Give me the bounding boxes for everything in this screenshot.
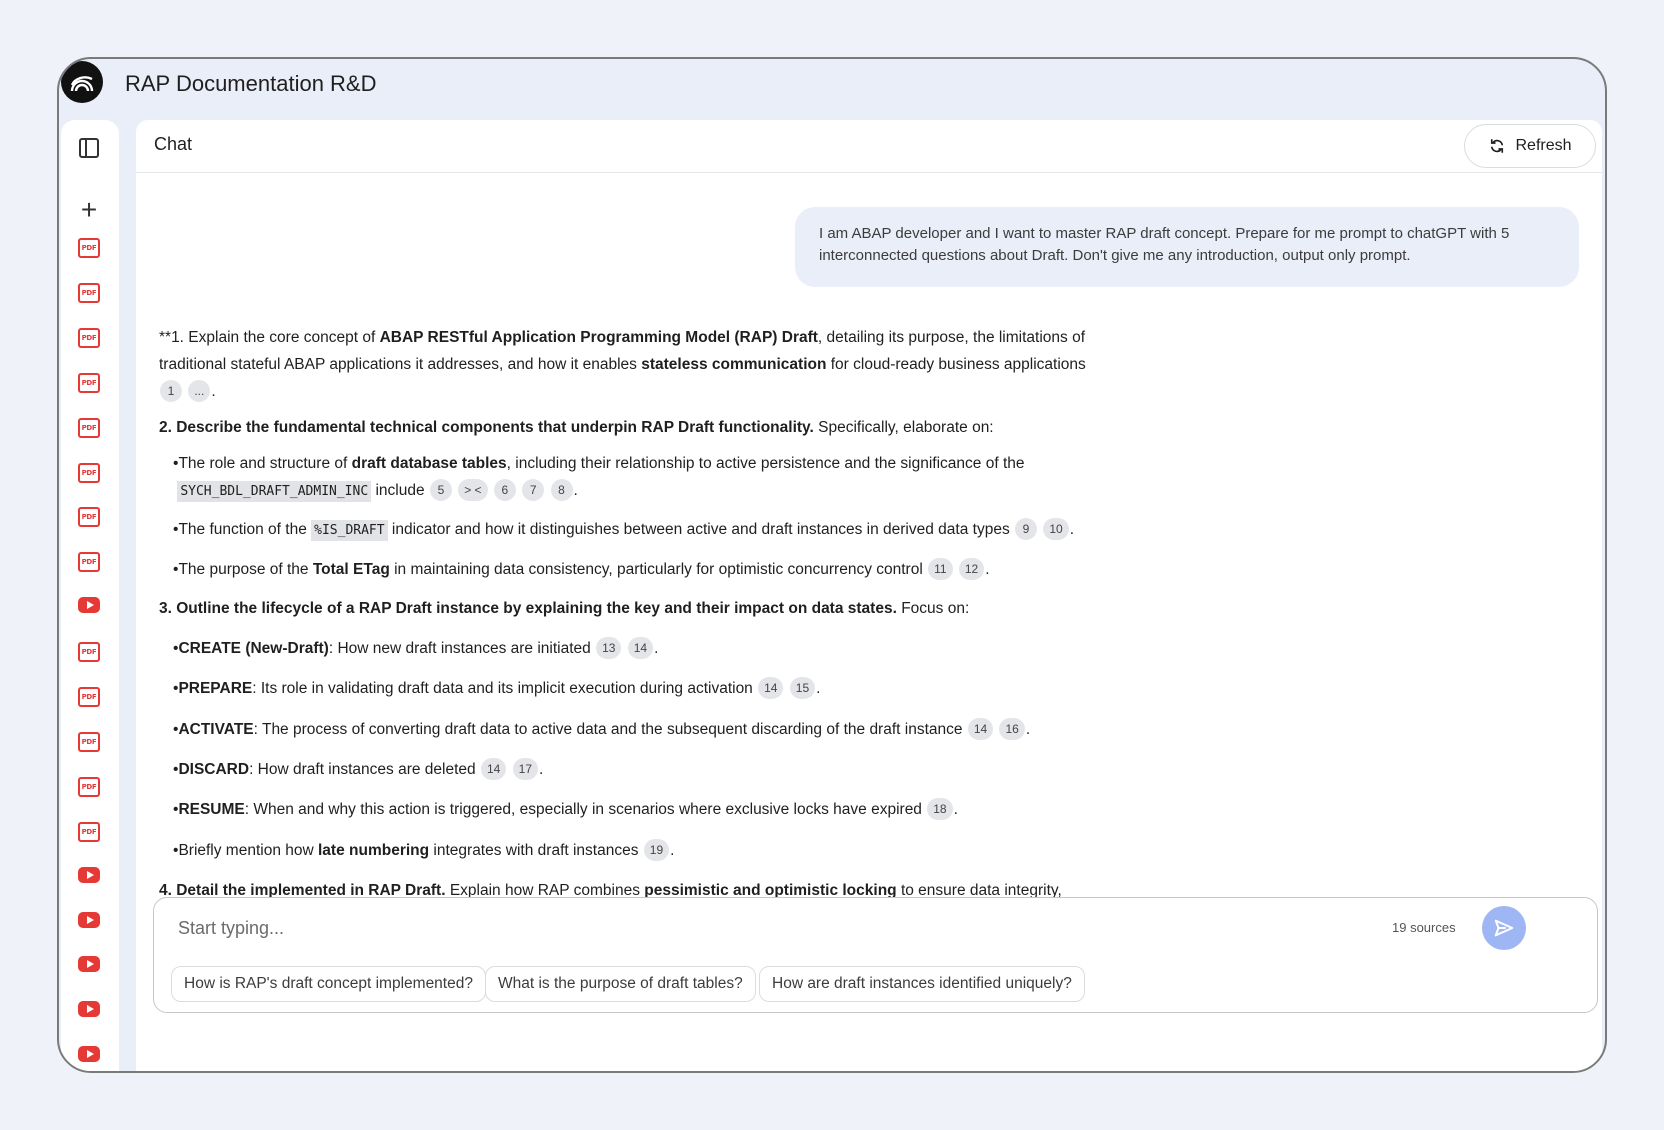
assistant-answer: **1. Explain the core concept of ABAP RE… <box>159 324 1139 916</box>
play-icon <box>86 960 94 969</box>
suggested-question-button[interactable]: How is RAP's draft concept implemented? <box>171 966 486 1002</box>
pdf-source-icon[interactable]: PDF <box>78 282 100 303</box>
refresh-icon <box>1491 139 1504 153</box>
answer-question-2: 2. Describe the fundamental technical co… <box>159 419 994 436</box>
citation-chip[interactable]: 5 <box>429 479 452 501</box>
youtube-source-icon[interactable] <box>78 866 100 883</box>
citation-chip[interactable]: 12 <box>958 558 985 580</box>
code-snippet: %IS_DRAFT <box>311 520 388 541</box>
citation-chip[interactable]: 1 <box>160 380 182 402</box>
app-window: RAP Documentation R&D + PDF PDF PDF PDF PDF P… <box>57 57 1607 1073</box>
refresh-label: Refresh <box>1515 137 1572 154</box>
citation-chip[interactable]: 14 <box>758 677 784 699</box>
citation-chip[interactable]: 6 <box>493 479 516 501</box>
suggested-question-button[interactable]: How are draft instances identified uniqu… <box>759 966 1085 1002</box>
suggested-question-button[interactable]: What is the purpose of draft tables? <box>485 966 756 1002</box>
pdf-source-icon[interactable]: PDF <box>78 731 100 752</box>
chat-panel: Chat Refresh I am ABAP developer and I w… <box>136 120 1602 1071</box>
citation-chip[interactable]: > < <box>458 479 488 501</box>
citation-chip[interactable]: 19 <box>643 839 670 861</box>
pdf-source-icon[interactable]: PDF <box>78 687 100 707</box>
list-item: •Briefly mention how late numbering inte… <box>173 837 674 864</box>
citation-chip[interactable]: 16 <box>999 718 1025 740</box>
list-item: •The function of the %IS_DRAFT indicator… <box>173 516 1074 544</box>
list-item: •PREPARE: Its role in validating draft d… <box>173 675 820 702</box>
pdf-source-icon[interactable]: PDF <box>78 372 100 393</box>
pdf-source-icon[interactable]: PDF <box>78 238 100 258</box>
collapse-panel-icon[interactable] <box>77 136 101 160</box>
citation-chip[interactable]: 15 <box>789 677 816 699</box>
send-icon <box>1494 919 1514 937</box>
citation-chip[interactable]: 7 <box>522 479 545 501</box>
play-icon <box>86 915 94 924</box>
notebooklm-logo-icon[interactable] <box>61 61 103 103</box>
play-icon <box>86 870 94 879</box>
citation-chip[interactable]: 10 <box>1043 518 1069 540</box>
pdf-source-icon[interactable]: PDF <box>78 552 100 573</box>
citation-chip[interactable]: 11 <box>928 558 953 580</box>
user-message: I am ABAP developer and I want to master… <box>795 207 1579 287</box>
chat-composer: 19 sources How is RAP's draft concept im… <box>153 897 1598 1013</box>
list-item: •The role and structure of draft databas… <box>173 450 1025 505</box>
citation-chip[interactable]: 13 <box>596 637 622 659</box>
list-item: •The purpose of the Total ETag in mainta… <box>173 556 990 583</box>
answer-question-1: **1. Explain the core concept of ABAP RE… <box>159 329 1086 402</box>
pdf-source-icon[interactable]: PDF <box>78 417 100 438</box>
citation-chip[interactable]: 8 <box>550 479 573 501</box>
pdf-source-icon[interactable]: PDF <box>78 327 100 348</box>
chat-title: Chat <box>154 134 193 154</box>
youtube-source-icon[interactable] <box>78 1001 100 1018</box>
pdf-source-icon[interactable]: PDF <box>78 776 100 797</box>
youtube-source-icon[interactable] <box>78 1046 100 1063</box>
pdf-source-icon[interactable]: PDF <box>78 821 100 842</box>
citation-chip[interactable]: 9 <box>1015 518 1038 540</box>
citation-chip[interactable]: 17 <box>512 758 539 780</box>
add-source-icon[interactable]: + <box>76 196 102 224</box>
youtube-source-icon[interactable] <box>78 597 100 614</box>
play-icon <box>86 601 94 610</box>
list-item: •RESUME: When and why this action is tri… <box>173 796 958 823</box>
sources-count: 19 sources <box>1392 920 1456 935</box>
youtube-source-icon[interactable] <box>78 911 100 928</box>
send-button[interactable] <box>1482 906 1526 950</box>
citation-chip[interactable]: 14 <box>967 718 994 740</box>
play-icon <box>86 1050 94 1059</box>
pdf-source-icon[interactable]: PDF <box>78 642 100 663</box>
citation-chip[interactable]: 14 <box>480 758 507 780</box>
pdf-source-icon[interactable]: PDF <box>78 507 100 528</box>
citation-chip[interactable]: ... <box>188 380 211 402</box>
top-bar: RAP Documentation R&D <box>59 59 1605 119</box>
chat-header: Chat Refresh <box>136 120 1602 173</box>
list-item: •CREATE (New-Draft): How new draft insta… <box>173 635 658 662</box>
answer-question-3: 3. Outline the lifecycle of a RAP Draft … <box>159 600 970 617</box>
citation-chip[interactable]: 18 <box>927 798 953 820</box>
citation-chip[interactable]: 14 <box>627 637 654 659</box>
play-icon <box>86 1005 94 1014</box>
refresh-button[interactable]: Refresh <box>1464 124 1596 168</box>
youtube-source-icon[interactable] <box>78 956 100 973</box>
list-item: •ACTIVATE: The process of converting dra… <box>173 716 1030 743</box>
sources-sidebar: + PDF PDF PDF PDF PDF PDF PDF PDF PDF PDF PDF PDF PD… <box>61 120 119 1071</box>
code-snippet: SYCH_BDL_DRAFT_ADMIN_INC <box>177 481 372 502</box>
list-item: •DISCARD: How draft instances are delete… <box>173 756 543 783</box>
pdf-source-icon[interactable]: PDF <box>78 462 100 483</box>
notebook-title: RAP Documentation R&D <box>125 71 377 96</box>
chat-input[interactable] <box>178 910 1328 946</box>
